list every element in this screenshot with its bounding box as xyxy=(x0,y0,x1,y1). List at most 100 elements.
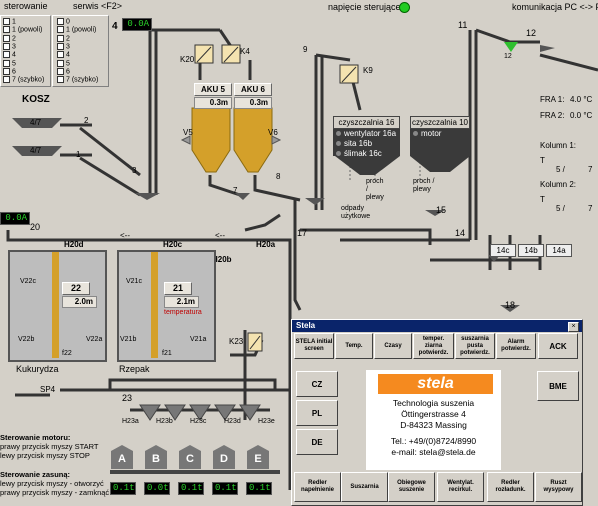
cleaner-10-title: czyszczalnia 10 xyxy=(410,116,470,129)
speed-option-label: 5 xyxy=(66,59,70,67)
speed-option[interactable]: 6 xyxy=(3,67,16,76)
checkbox-icon[interactable] xyxy=(57,34,64,42)
dialog-top-button[interactable]: Alarm potwierdz. xyxy=(496,333,536,359)
dialog-bottom-button[interactable]: Suszarnia xyxy=(341,472,388,502)
conveyor-14c[interactable]: 14c xyxy=(490,244,516,257)
speed-option[interactable]: 3 xyxy=(57,42,70,51)
bin-22-name: Kukurydza xyxy=(16,364,59,374)
speed-option[interactable]: 3 xyxy=(3,42,16,51)
dialog-top-button[interactable]: suszarnia pusta potwierdz. xyxy=(455,333,495,359)
dialog-top-button[interactable]: ACK xyxy=(538,333,578,359)
speed-option[interactable]: 2 xyxy=(57,34,70,43)
aku5-button[interactable]: AKU 5 xyxy=(194,83,232,96)
speed-option[interactable]: 1 xyxy=(3,18,16,26)
checkbox-icon[interactable] xyxy=(57,59,64,67)
checkbox-icon[interactable] xyxy=(3,42,10,50)
green-valve-icon xyxy=(504,42,518,52)
conveyor-14a[interactable]: 14a xyxy=(546,244,572,257)
tab-serwis[interactable]: serwis <F2> xyxy=(69,0,137,13)
dialog-bottom-button[interactable]: Redler napełnienie xyxy=(294,472,341,502)
checkbox-icon[interactable] xyxy=(57,67,64,75)
valve-k4-label: K4 xyxy=(240,47,250,56)
bin-22-level: 2.0m xyxy=(62,296,97,308)
language-button[interactable]: PL xyxy=(296,400,338,426)
cleaner-16-item[interactable]: ślimak 16c xyxy=(333,149,400,159)
speed-option[interactable]: 0 xyxy=(57,18,70,26)
checkbox-icon[interactable] xyxy=(3,59,10,67)
aku5-level: 0.3m xyxy=(194,97,232,109)
hatch-label: H23d xyxy=(224,418,241,425)
speed-option[interactable]: 6 xyxy=(57,67,70,76)
bin-21-temperature[interactable]: temperatura xyxy=(164,309,202,316)
speed-option[interactable]: 1 (powoli) xyxy=(57,26,96,34)
cleaner-10[interactable]: czyszczalnia 10 motor xyxy=(410,116,470,156)
conveyor-14b[interactable]: 14b xyxy=(518,244,544,257)
hopper-weight: 0.0t xyxy=(144,482,170,495)
checkbox-icon[interactable] xyxy=(3,26,10,34)
flow-arrow-2: <-- xyxy=(215,231,225,240)
tab-sterowanie[interactable]: sterowanie <F1> xyxy=(0,0,70,24)
checkbox-icon[interactable] xyxy=(57,51,64,59)
checkbox-icon[interactable] xyxy=(57,42,64,50)
valve-v22c: V22c xyxy=(20,278,36,285)
speed-option[interactable]: 4 xyxy=(3,51,16,59)
checkbox-icon[interactable] xyxy=(3,18,10,25)
bin-22-number[interactable]: 22 xyxy=(62,282,90,295)
kolumn2-frac: 5 / xyxy=(556,204,565,213)
close-icon[interactable]: × xyxy=(568,322,579,332)
speed-option-label: 3 xyxy=(66,43,70,51)
kosz-fraction-1: 4/7 xyxy=(30,118,42,127)
speed-option[interactable]: 4 xyxy=(57,51,70,59)
hatch-label: H23e xyxy=(258,418,275,425)
company-name: Technologia suszenia xyxy=(392,398,475,408)
dialog-top-button[interactable]: Czasy xyxy=(374,333,412,359)
speed-option-label: 4 xyxy=(66,51,70,59)
speed-option[interactable]: 2 xyxy=(3,34,16,43)
kolumn2-t: T xyxy=(540,195,545,204)
bin-21-level: 2.1m xyxy=(164,296,199,308)
dialog-bottom-button[interactable]: Wentylat. recirkul. xyxy=(437,472,484,502)
kolumn1-frac-b: 7 xyxy=(588,165,593,174)
aku6-button[interactable]: AKU 6 xyxy=(234,83,272,96)
checkbox-icon[interactable] xyxy=(3,51,10,59)
dialog-top-button[interactable]: Temp. xyxy=(335,333,373,359)
checkbox-icon[interactable] xyxy=(57,18,64,25)
speed-option[interactable]: 5 xyxy=(3,59,16,68)
kolumn1-label: Kolumn 1: xyxy=(540,141,577,150)
cleaner-10-item[interactable]: motor xyxy=(410,129,470,139)
speed-option-label: 3 xyxy=(12,43,16,51)
company-email: e-mail: stela@stela.de xyxy=(391,447,476,457)
checkbox-icon[interactable] xyxy=(3,34,10,42)
gate-help-title: Sterowanie zasuną: xyxy=(0,470,71,479)
speed-option[interactable]: 5 xyxy=(57,59,70,68)
cleaner-16-item[interactable]: wentylator 16a xyxy=(333,129,400,139)
language-button[interactable]: CZ xyxy=(296,371,338,397)
stela-logo: stela xyxy=(378,374,493,394)
bme-button[interactable]: BME xyxy=(537,371,579,401)
gate-help-line: lewy przycisk myszy - otworzyć xyxy=(0,479,104,488)
ammeter-display: 0.0A xyxy=(122,18,152,31)
control-voltage-label: napięcie sterujące xyxy=(328,2,401,12)
language-button[interactable]: DE xyxy=(296,429,338,455)
checkbox-icon[interactable] xyxy=(57,26,64,34)
cleaner-16-item[interactable]: sita 16b xyxy=(333,139,400,149)
number-14: 14 xyxy=(455,228,466,238)
dialog-bottom-button[interactable]: Obiegowe suszenie xyxy=(388,472,435,502)
checkbox-icon[interactable] xyxy=(3,67,10,75)
speed-option[interactable]: 7 (szybko) xyxy=(57,76,98,84)
dialog-bottom-button[interactable]: Ruszt wysypowy xyxy=(535,472,582,502)
speed-option[interactable]: 1 (powoli) xyxy=(3,26,42,34)
bin-22-fill xyxy=(52,252,59,358)
checkbox-icon[interactable] xyxy=(57,76,64,84)
cleaner-16[interactable]: czyszczalnia 16 wentylator 16a sita 16b … xyxy=(333,116,400,159)
number-17: 17 xyxy=(297,228,308,238)
dialog-bottom-button[interactable]: Redler rozładunk. xyxy=(487,472,534,502)
bin-21-number[interactable]: 21 xyxy=(164,282,192,295)
gate-help: Sterowanie zasuną: lewy przycisk myszy -… xyxy=(0,470,109,497)
speed-option-label: 0 xyxy=(66,18,70,26)
checkbox-icon[interactable] xyxy=(3,76,10,84)
dialog-top-button[interactable]: temper. ziarna potwierdz. xyxy=(413,333,454,359)
speed-option[interactable]: 7 (szybko) xyxy=(3,76,44,84)
conveyor-number-8: 8 xyxy=(276,172,281,181)
dialog-top-button[interactable]: STELA initial screen xyxy=(294,333,334,359)
